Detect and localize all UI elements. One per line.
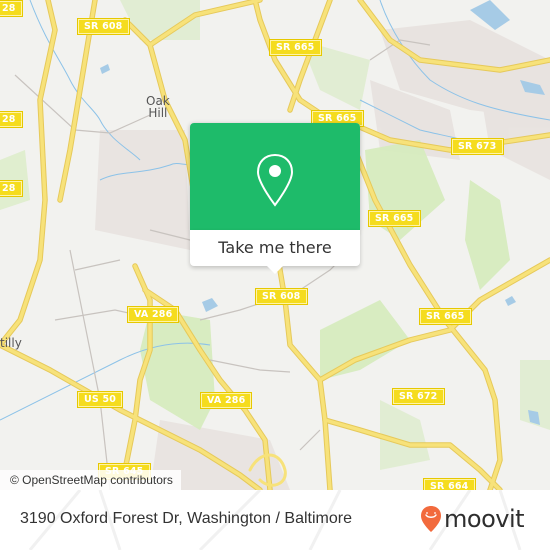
place-label-chantilly: tilly bbox=[0, 336, 22, 350]
moovit-logo[interactable]: moovit bbox=[420, 503, 525, 535]
road-shield-sr665: SR 665 bbox=[270, 40, 321, 55]
road-shield-28: 28 bbox=[0, 181, 22, 196]
road-shield-sr673: SR 673 bbox=[452, 139, 503, 154]
road-shield-sr672: SR 672 bbox=[393, 389, 444, 404]
popup-pointer bbox=[267, 266, 283, 274]
map-attribution[interactable]: © OpenStreetMap contributors bbox=[0, 470, 181, 490]
road-shield-sr608: SR 608 bbox=[78, 19, 129, 34]
road-shield-sr665: SR 665 bbox=[369, 211, 420, 226]
popup-header bbox=[190, 123, 360, 230]
place-label-oak-hill: Oak Hill bbox=[146, 95, 170, 119]
road-shield-va286: VA 286 bbox=[128, 307, 179, 322]
map-view[interactable]: SR 608 SR 665 SR 665 SR 673 SR 665 SR 60… bbox=[0, 0, 550, 490]
road-shield-va286: VA 286 bbox=[201, 393, 252, 408]
road-shield-us50: US 50 bbox=[78, 392, 123, 407]
take-me-there-button[interactable]: Take me there bbox=[190, 230, 360, 266]
road-shield-sr608: SR 608 bbox=[256, 289, 307, 304]
road-shield-28: 28 bbox=[0, 112, 22, 127]
road-shield-28: 28 bbox=[0, 1, 22, 16]
road-shield-sr664: SR 664 bbox=[424, 479, 475, 490]
map-pin-icon bbox=[256, 153, 294, 207]
road-shield-sr665: SR 665 bbox=[420, 309, 471, 324]
address-label: 3190 Oxford Forest Dr, Washington / Balt… bbox=[20, 510, 352, 527]
moovit-wordmark: moovit bbox=[444, 505, 525, 533]
moovit-pin-icon bbox=[421, 506, 441, 532]
place-label-line: Hill bbox=[148, 106, 168, 120]
popup-footer: Take me there bbox=[190, 230, 360, 266]
location-popup: Take me there bbox=[190, 123, 360, 274]
